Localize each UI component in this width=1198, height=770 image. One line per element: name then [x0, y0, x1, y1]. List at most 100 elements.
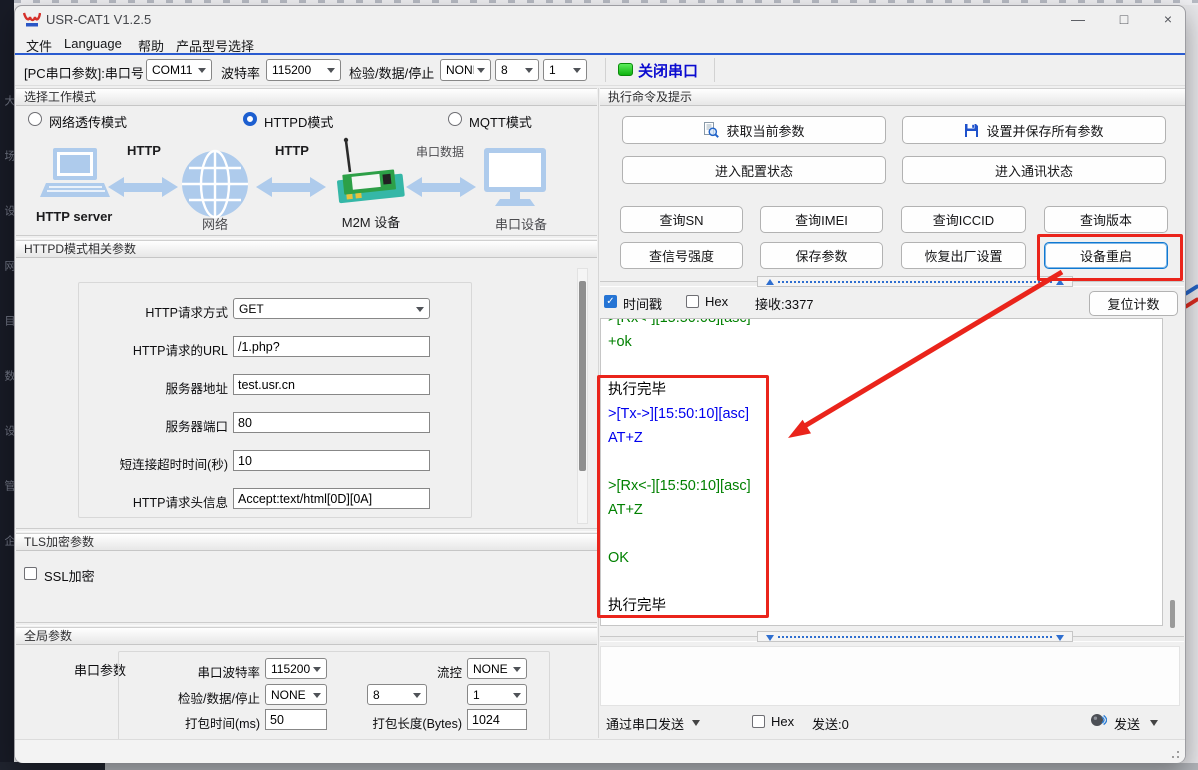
baud-label: 波特率 — [221, 63, 260, 82]
background-bottom-dark — [0, 762, 105, 770]
close-button[interactable]: × — [1148, 6, 1188, 32]
collapse-up-icon — [766, 279, 774, 285]
httpd-scrollbar[interactable] — [577, 268, 588, 524]
http-header-input[interactable] — [233, 488, 430, 509]
splitter-handle-bottom[interactable] — [757, 631, 1073, 642]
device-reboot-button[interactable]: 设备重启 — [1044, 242, 1168, 269]
background-top-dashes — [14, 0, 1198, 3]
g-databits-select[interactable]: 8 — [367, 684, 427, 705]
work-mode-header: 选择工作模式 — [16, 88, 597, 106]
pc-serial-label: [PC串口参数]:串口号 — [24, 63, 144, 82]
chevron-down-icon — [327, 68, 335, 73]
recv-hex-checkbox-label[interactable]: Hex — [705, 294, 728, 309]
log-line: 执行完毕 — [608, 594, 1162, 618]
divider — [16, 528, 597, 532]
send-input[interactable] — [600, 646, 1180, 706]
diagram-node-label: HTTP server — [36, 209, 110, 224]
query-imei-button[interactable]: 查询IMEI — [760, 206, 883, 233]
log-line: >[Tx->][15:50:10][asc] — [608, 402, 1162, 426]
short-conn-timeout-input[interactable] — [233, 450, 430, 471]
databits-select[interactable]: 8 — [495, 59, 539, 81]
g-parity-select[interactable]: NONE — [265, 684, 327, 705]
g-flow-label: 流控 — [400, 662, 462, 681]
http-url-input[interactable] — [233, 336, 430, 357]
chevron-down-icon — [513, 667, 521, 672]
timestamp-checkbox[interactable]: ✓ — [604, 295, 617, 308]
recv-hex-checkbox[interactable] — [686, 295, 699, 308]
pack-time-label: 打包时间(ms) — [120, 713, 260, 732]
horn-icon — [1090, 712, 1107, 728]
toolbar-separator — [714, 58, 715, 82]
enter-comm-button[interactable]: 进入通讯状态 — [902, 156, 1166, 184]
server-addr-label: 服务器地址 — [40, 378, 228, 397]
query-version-button[interactable]: 查询版本 — [1044, 206, 1168, 233]
toolbar-divider — [15, 85, 1185, 86]
short-conn-timeout-label: 短连接超时时间(秒) — [40, 454, 228, 473]
get-params-button[interactable]: 获取当前参数 — [622, 116, 886, 144]
g-flow-select[interactable]: NONE — [467, 658, 527, 679]
log-scrollbar-thumb[interactable] — [1170, 600, 1175, 628]
chevron-down-icon[interactable] — [1150, 720, 1158, 726]
floppy-disk-icon — [964, 123, 979, 138]
baud-select[interactable]: 115200 — [266, 59, 341, 81]
send-hex-checkbox[interactable] — [752, 715, 765, 728]
background-bottom-gray — [105, 763, 1198, 770]
timestamp-checkbox-label[interactable]: 时间戳 — [623, 294, 662, 313]
diagram-node-label: M2M 设备 — [336, 212, 406, 231]
enter-config-button[interactable]: 进入配置状态 — [622, 156, 886, 184]
send-hex-checkbox-label[interactable]: Hex — [771, 714, 794, 729]
httpd-scrollbar-thumb[interactable] — [579, 281, 586, 471]
set-save-params-button[interactable]: 设置并保存所有参数 — [902, 116, 1166, 144]
diagram-link-label: HTTP — [266, 143, 318, 158]
radio-net-transparent-label[interactable]: 网络透传模式 — [49, 112, 127, 131]
sent-counter: 发送:0 — [812, 714, 849, 733]
stopbits-select[interactable]: 1 — [543, 59, 587, 81]
chevron-down-icon[interactable] — [692, 720, 700, 726]
parity-select[interactable]: NONI — [440, 59, 491, 81]
arrow-icon — [108, 177, 178, 197]
http-method-select[interactable]: GET — [233, 298, 430, 319]
resize-grip[interactable] — [1177, 756, 1179, 758]
com-port-select[interactable]: COM11 — [146, 59, 212, 81]
log-line — [608, 354, 1162, 378]
minimize-button[interactable]: — — [1058, 6, 1098, 32]
pack-time-input[interactable] — [265, 709, 327, 730]
pack-len-input[interactable] — [467, 709, 527, 730]
reset-counter-button[interactable]: 复位计数 — [1089, 291, 1178, 316]
log-line — [608, 522, 1162, 546]
save-params-button[interactable]: 保存参数 — [760, 242, 883, 269]
radio-net-transparent[interactable] — [28, 112, 42, 126]
g-stopbits-select[interactable]: 1 — [467, 684, 527, 705]
close-port-button[interactable]: 关闭串口 — [638, 60, 698, 81]
divider — [16, 235, 597, 239]
log-output[interactable]: >[Rx<-][15:50:08][asc]+ok执行完毕>[Tx->][15:… — [600, 318, 1163, 626]
query-iccid-button[interactable]: 查询ICCID — [901, 206, 1026, 233]
server-addr-input[interactable] — [233, 374, 430, 395]
chevron-down-icon — [313, 693, 321, 698]
query-signal-button[interactable]: 查信号强度 — [620, 242, 743, 269]
menu-language[interactable]: Language — [64, 36, 122, 51]
radio-mqtt-mode-label[interactable]: MQTT模式 — [469, 112, 532, 131]
splitter-handle-top[interactable] — [757, 276, 1073, 287]
radio-mqtt-mode[interactable] — [448, 112, 462, 126]
log-line: AT+Z — [608, 498, 1162, 522]
ssl-checkbox[interactable] — [24, 567, 37, 580]
maximize-button[interactable]: □ — [1104, 6, 1144, 32]
send-button[interactable]: 发送 — [1114, 714, 1140, 733]
factory-reset-button[interactable]: 恢复出厂设置 — [901, 242, 1026, 269]
radio-httpd-mode-label[interactable]: HTTPD模式 — [264, 112, 333, 131]
globe-icon — [182, 151, 248, 217]
server-port-input[interactable] — [233, 412, 430, 433]
http-method-label: HTTP请求方式 — [40, 302, 228, 321]
divider — [16, 622, 597, 626]
radio-httpd-mode[interactable] — [243, 112, 257, 126]
send-via-serial-dropdown[interactable]: 通过串口发送 — [606, 714, 684, 733]
query-sn-button[interactable]: 查询SN — [620, 206, 743, 233]
diagram-link-label: HTTP — [118, 143, 170, 158]
recv-counter: 接收:3377 — [755, 294, 814, 313]
diagram-link-label: 串口数据 — [408, 143, 472, 160]
collapse-down-icon — [1056, 635, 1064, 641]
g-baud-select[interactable]: 115200 — [265, 658, 327, 679]
panel-divider[interactable] — [598, 88, 599, 738]
ssl-checkbox-label[interactable]: SSL加密 — [44, 566, 95, 585]
